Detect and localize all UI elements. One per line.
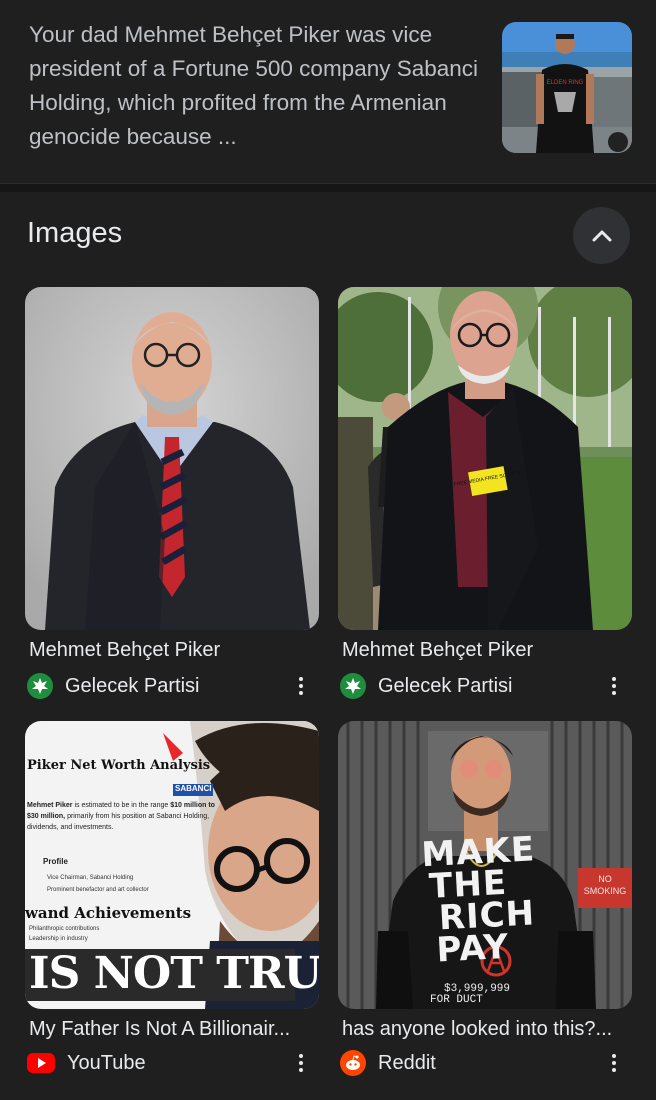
image-title[interactable]: has anyone looked into this?... xyxy=(342,1018,632,1041)
thumb-estimate-name: Mehmet Piker xyxy=(27,802,73,809)
more-options-button[interactable] xyxy=(291,671,311,701)
chevron-up-icon xyxy=(592,230,611,241)
shirt-line: PAY xyxy=(435,926,511,971)
images-section-header: Images xyxy=(0,200,656,272)
sign-line: SMOKING xyxy=(583,886,627,896)
sign-line: NO xyxy=(598,874,612,884)
search-result-snippet[interactable]: Your dad Mehmet Behçet Piker was vice pr… xyxy=(0,0,656,180)
gelecek-leaf-icon xyxy=(27,673,53,699)
thumb-banner: IS NOT TRUE xyxy=(29,948,319,999)
image-title[interactable]: Mehmet Behçet Piker xyxy=(29,639,319,662)
thumb-profile-item: Vice Chairman, Sabanci Holding xyxy=(47,875,134,881)
thumb-heading: Piker Net Worth Analysis xyxy=(27,758,211,773)
image-title[interactable]: My Father Is Not A Billionair... xyxy=(29,1018,319,1041)
thumb-profile-list: Vice Chairman, Sabanci Holding Prominent… xyxy=(47,872,149,896)
snippet-thumbnail[interactable]: ELDEN RING xyxy=(502,22,632,153)
reddit-icon xyxy=(340,1050,366,1076)
image-source[interactable]: Gelecek Partisi xyxy=(27,671,200,701)
more-options-button[interactable] xyxy=(604,671,624,701)
thumb-estimate: Mehmet Piker is estimated to be in the r… xyxy=(27,800,227,833)
image-source[interactable]: YouTube xyxy=(27,1048,146,1078)
shirt-bottom-text: FOR DUCT xyxy=(430,994,483,1006)
thumb-profile-item: Prominent benefactor and art collector xyxy=(47,887,149,893)
thumb-estimate-line: is estimated to be in the range xyxy=(72,802,169,809)
sabanci-brand: SABANCI xyxy=(175,784,212,793)
youtube-icon xyxy=(27,1050,55,1076)
gelecek-leaf-icon xyxy=(340,673,366,699)
image-source[interactable]: Gelecek Partisi xyxy=(340,671,513,701)
image-thumbnail[interactable]: MAKE THE RICH PAY $3,999,999 FOR DUCT NO… xyxy=(338,721,632,1009)
more-options-button[interactable] xyxy=(604,1048,624,1078)
snippet-text: Your dad Mehmet Behçet Piker was vice pr… xyxy=(29,22,479,149)
section-divider xyxy=(0,183,656,192)
snippet-shirt-text: ELDEN RING xyxy=(547,80,584,86)
image-thumbnail[interactable] xyxy=(25,287,319,630)
thumb-achievement-item: Leadership in industry xyxy=(29,936,88,942)
image-title[interactable]: Mehmet Behçet Piker xyxy=(342,639,632,662)
thumb-achievement-item: Philanthropic contributions xyxy=(29,926,100,932)
shirt-slogan: MAKE THE RICH PAY xyxy=(421,829,548,971)
source-name: Gelecek Partisi xyxy=(65,674,200,697)
no-smoking-sign: NO SMOKING xyxy=(579,873,631,897)
more-options-button[interactable] xyxy=(291,1048,311,1078)
source-name: YouTube xyxy=(67,1051,146,1074)
image-thumbnail[interactable]: Piker Net Worth Analysis SABANCI Mehmet … xyxy=(25,721,319,1009)
source-name: Reddit xyxy=(378,1051,436,1074)
thumb-achievement-list: Philanthropic contributions Leadership i… xyxy=(29,924,99,944)
image-thumbnail[interactable]: FREE MEDIA FREE SOCIETY xyxy=(338,287,632,630)
images-section-title: Images xyxy=(27,217,123,249)
image-source[interactable]: Reddit xyxy=(340,1048,436,1078)
collapse-images-button[interactable] xyxy=(573,207,630,264)
source-name: Gelecek Partisi xyxy=(378,674,513,697)
thumb-achievements-title: wand Achievements xyxy=(25,904,192,922)
thumb-profile-label: Profile xyxy=(43,857,68,866)
